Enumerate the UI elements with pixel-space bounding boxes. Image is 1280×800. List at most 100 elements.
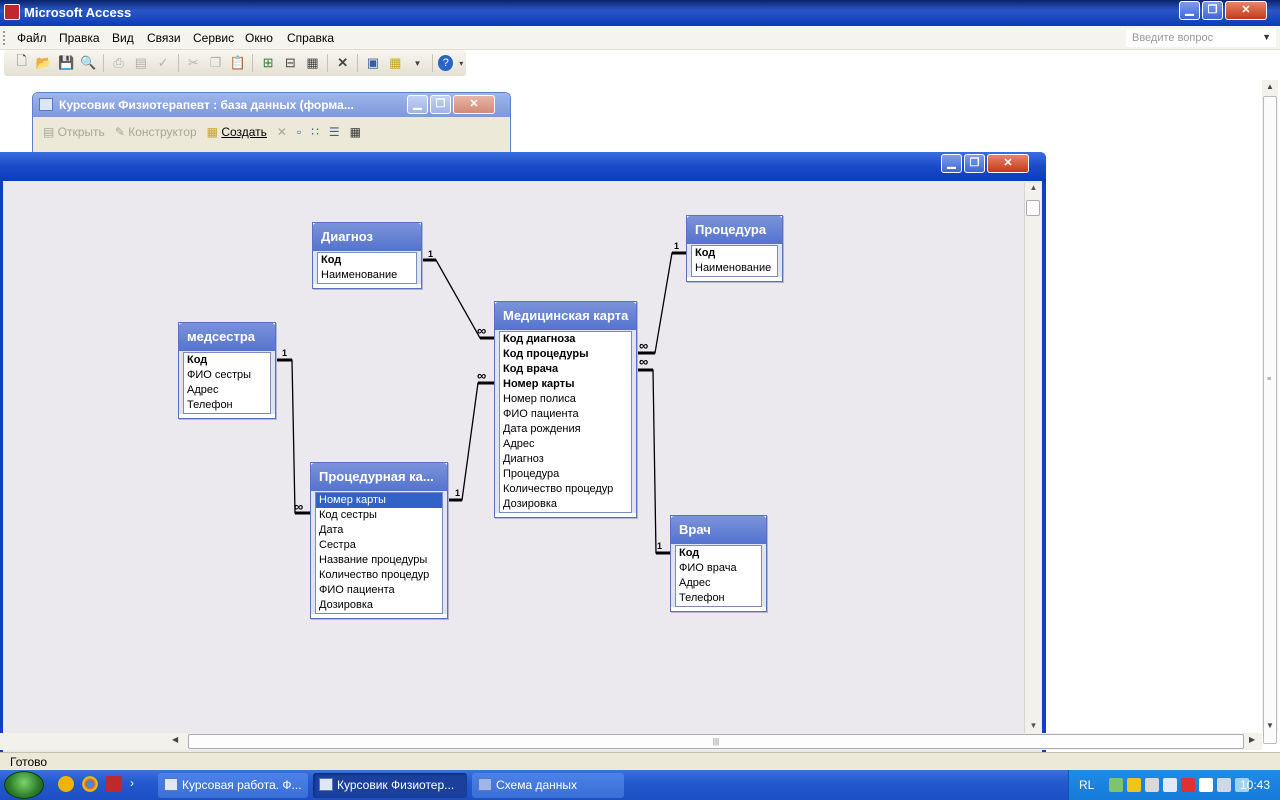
delete-icon[interactable]: ✕ xyxy=(333,53,352,73)
access-icon[interactable] xyxy=(106,776,122,792)
database-window[interactable]: Курсовик Физиотерапевт : база данных (фо… xyxy=(32,92,511,156)
app-restore-button[interactable]: ❐ xyxy=(1202,1,1223,20)
delete-icon[interactable]: ✕ xyxy=(277,125,287,139)
table-title[interactable]: Медицинская карта xyxy=(495,302,636,330)
table-prockarta[interactable]: Процедурная ка... Номер карты Код сестры… xyxy=(310,462,448,619)
scroll-up-icon[interactable]: ▲ xyxy=(1025,183,1042,197)
design-object-button[interactable]: ✎ Конструктор xyxy=(115,125,197,139)
menu-window[interactable]: Окно xyxy=(245,31,273,45)
field-item[interactable]: Код врача xyxy=(500,362,631,377)
field-item[interactable]: Процедура xyxy=(500,467,631,482)
open-icon[interactable]: 📂 xyxy=(34,53,53,73)
chevron-down-icon[interactable]: ▼ xyxy=(1262,32,1271,42)
field-item[interactable]: Код xyxy=(318,253,416,268)
signal-icon[interactable] xyxy=(1127,778,1141,792)
field-item[interactable]: Адрес xyxy=(500,437,631,452)
field-item-selected[interactable]: Номер карты xyxy=(316,493,442,508)
field-item[interactable]: Телефон xyxy=(676,591,761,606)
field-item[interactable]: Сестра xyxy=(316,538,442,553)
table-medsestra[interactable]: медсестра Код ФИО сестры Адрес Телефон xyxy=(178,322,276,419)
access-app-icon[interactable] xyxy=(4,4,20,20)
rel-close-button[interactable]: ✕ xyxy=(987,154,1029,173)
print-preview-icon[interactable]: ▤ xyxy=(131,53,150,73)
field-item[interactable]: Название процедуры xyxy=(316,553,442,568)
antivirus-icon[interactable] xyxy=(1181,778,1195,792)
canvas-vertical-scrollbar[interactable]: ▲ ▼ xyxy=(1024,183,1041,735)
large-icons-icon[interactable]: ▫ xyxy=(297,125,301,139)
taskbar-item-word[interactable]: Курсовая работа. Ф... xyxy=(158,773,308,798)
new-icon[interactable]: 🗋 xyxy=(12,53,31,73)
db-minimize-button[interactable]: ▁ xyxy=(407,95,428,114)
field-item[interactable]: Адрес xyxy=(184,383,270,398)
chevron-right-icon[interactable]: › xyxy=(130,776,134,792)
spelling-icon[interactable]: ✓ xyxy=(153,53,172,73)
field-list[interactable]: Код Наименование xyxy=(317,252,417,284)
table-diagnoz[interactable]: Диагноз Код Наименование xyxy=(312,222,422,289)
field-item[interactable]: Адрес xyxy=(676,576,761,591)
field-item[interactable]: ФИО пациента xyxy=(316,583,442,598)
field-item[interactable]: Наименование xyxy=(692,261,777,276)
table-medkarta[interactable]: Медицинская карта Код диагноза Код проце… xyxy=(494,301,637,518)
menu-tools[interactable]: Сервис xyxy=(193,31,234,45)
table-title[interactable]: Диагноз xyxy=(313,223,421,251)
clock[interactable]: 10:43 xyxy=(1240,778,1270,792)
print-icon[interactable]: ⎙ xyxy=(109,53,128,73)
sound-icon[interactable] xyxy=(1145,778,1159,792)
menu-edit[interactable]: Правка xyxy=(59,31,100,45)
db-restore-button[interactable]: ❐ xyxy=(430,95,451,114)
list-view-icon[interactable]: ☰ xyxy=(329,125,340,139)
taskbar-item-schema[interactable]: Схема данных xyxy=(472,773,624,798)
scroll-down-icon[interactable]: ▼ xyxy=(1262,721,1278,730)
save-icon[interactable]: 💾 xyxy=(57,53,76,73)
scroll-left-icon[interactable]: ◀ xyxy=(172,735,178,744)
create-object-button[interactable]: ▦ Создать xyxy=(207,125,267,139)
scroll-right-icon[interactable]: ▶ xyxy=(1249,735,1255,744)
field-list[interactable]: Код ФИО врача Адрес Телефон xyxy=(675,545,762,607)
table-title[interactable]: Процедурная ка... xyxy=(311,463,447,491)
menu-file[interactable]: Файл xyxy=(17,31,47,45)
field-list[interactable]: Код диагноза Код процедуры Код врача Ном… xyxy=(499,331,632,513)
field-item[interactable]: Количество процедур xyxy=(500,482,631,497)
ask-question-input[interactable]: Введите вопрос ▼ xyxy=(1126,29,1276,47)
taskbar-item-access[interactable]: Курсовик Физиотер... xyxy=(313,773,467,798)
toolbar-options-icon[interactable]: ▾ xyxy=(456,53,466,73)
show-all-icon[interactable]: ▦ xyxy=(303,53,322,73)
field-item[interactable]: Код xyxy=(184,353,270,368)
scroll-thumb[interactable] xyxy=(1263,96,1277,744)
table-title[interactable]: медсестра xyxy=(179,323,275,351)
field-item[interactable]: Дозировка xyxy=(316,598,442,613)
scroll-up-icon[interactable]: ▲ xyxy=(1262,82,1278,91)
field-item[interactable]: Код xyxy=(692,246,777,261)
field-item[interactable]: Диагноз xyxy=(500,452,631,467)
field-item[interactable]: Номер полиса xyxy=(500,392,631,407)
field-list[interactable]: Код ФИО сестры Адрес Телефон xyxy=(183,352,271,414)
relationships-window-titlebar[interactable]: ▁ ❐ ✕ xyxy=(0,152,1046,181)
chevron-down-icon[interactable]: ▼ xyxy=(408,53,427,73)
field-item[interactable]: Номер карты xyxy=(500,377,631,392)
field-item[interactable]: Дата xyxy=(316,523,442,538)
app-vertical-scrollbar[interactable]: ▲ ≡ ▼ xyxy=(1262,80,1278,744)
rel-minimize-button[interactable]: ▁ xyxy=(941,154,962,173)
table-procedura[interactable]: Процедура Код Наименование xyxy=(686,215,783,282)
help-icon[interactable]: ? xyxy=(438,55,454,71)
app-close-button[interactable]: ✕ xyxy=(1225,1,1267,20)
field-item[interactable]: ФИО пациента xyxy=(500,407,631,422)
database-window-icon[interactable]: ▣ xyxy=(363,53,382,73)
field-item[interactable]: Код xyxy=(676,546,761,561)
scroll-thumb[interactable] xyxy=(1026,200,1040,216)
tray-app-icon[interactable] xyxy=(1163,778,1177,792)
volume-icon[interactable] xyxy=(1217,778,1231,792)
open-object-button[interactable]: ▤ Открыть xyxy=(43,125,105,139)
paste-icon[interactable]: 📋 xyxy=(228,53,247,73)
field-item[interactable]: Количество процедур xyxy=(316,568,442,583)
table-vrach[interactable]: Врач Код ФИО врача Адрес Телефон xyxy=(670,515,767,612)
field-item[interactable]: Дата рождения xyxy=(500,422,631,437)
quick-launch-app-icon[interactable] xyxy=(58,776,74,792)
new-object-icon[interactable]: ▦ xyxy=(386,53,405,73)
scroll-thumb[interactable]: ||| xyxy=(188,734,1244,749)
field-list[interactable]: Номер карты Код сестры Дата Сестра Назва… xyxy=(315,492,443,614)
field-item[interactable]: Наименование xyxy=(318,268,416,283)
field-item[interactable]: Код процедуры xyxy=(500,347,631,362)
table-title[interactable]: Процедура xyxy=(687,216,782,244)
field-item[interactable]: Дозировка xyxy=(500,497,631,512)
